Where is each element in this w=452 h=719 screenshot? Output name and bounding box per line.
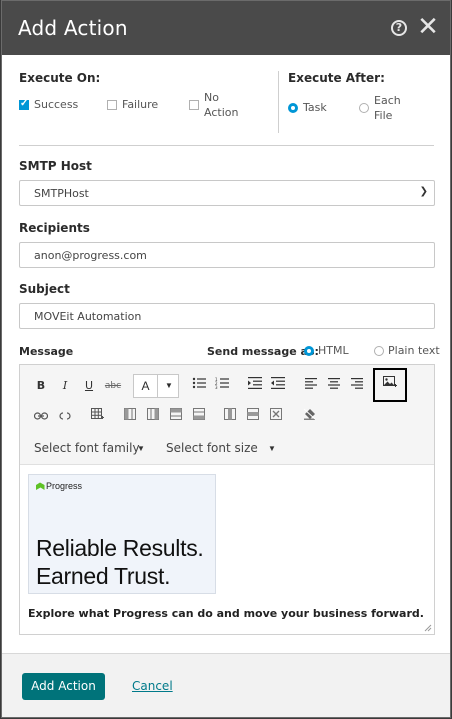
font-family-select[interactable]: Select font family: [34, 441, 140, 455]
caret-down-icon: ▼: [165, 381, 173, 390]
chevron-down-icon: ❯: [419, 186, 428, 197]
smtp-host-value: SMTPHost: [34, 187, 89, 200]
help-icon[interactable]: ?: [391, 20, 407, 36]
add-column-left-icon[interactable]: [121, 408, 139, 426]
add-action-dialog: Add Action ? ✕ Execute On: Success Failu…: [1, 0, 451, 718]
dialog-footer: Add Action Cancel: [2, 653, 450, 717]
add-action-button[interactable]: Add Action: [22, 673, 105, 700]
strikethrough-icon[interactable]: abc: [104, 377, 122, 395]
task-radio[interactable]: [288, 103, 298, 113]
success-checkbox[interactable]: [19, 98, 29, 110]
recipients-value: anon@progress.com: [34, 249, 147, 262]
plain-text-format-radio[interactable]: [374, 346, 384, 356]
underline-icon[interactable]: U: [80, 377, 98, 395]
bold-icon[interactable]: B: [32, 377, 50, 395]
subject-label: Subject: [19, 282, 70, 296]
subject-input[interactable]: MOVEit Automation: [19, 303, 435, 329]
clear-formatting-icon[interactable]: [300, 408, 318, 426]
insert-image-icon: [381, 376, 399, 394]
unlink-icon[interactable]: [56, 408, 74, 426]
add-row-below-icon[interactable]: [190, 408, 208, 426]
indent-icon[interactable]: [246, 377, 264, 395]
plain-text-format-label: Plain text: [388, 344, 440, 357]
each-file-label-line2: File: [374, 109, 393, 122]
caret-down-icon: ▼: [137, 444, 145, 453]
align-right-icon[interactable]: [348, 377, 366, 395]
editor-toolbar: B I U abc A ▼ 123 Select font family ▼ S…: [20, 365, 434, 465]
dialog-titlebar: Add Action ? ✕: [2, 1, 450, 55]
font-color-icon: A: [134, 375, 158, 397]
message-body-text: Explore what Progress can do and move yo…: [28, 607, 424, 620]
section-divider-vertical: [278, 71, 279, 133]
failure-label: Failure: [122, 98, 159, 111]
dialog-title: Add Action: [18, 16, 128, 40]
section-divider-horizontal: [19, 145, 434, 146]
no-action-label-line2: Action: [204, 106, 239, 119]
numbered-list-icon[interactable]: 123: [213, 377, 231, 395]
each-file-radio[interactable]: [359, 103, 369, 113]
html-format-label: HTML: [318, 344, 349, 357]
svg-text:3: 3: [215, 385, 218, 389]
banner-headline-line1: Reliable Results.: [36, 535, 204, 561]
failure-checkbox[interactable]: [107, 100, 117, 110]
task-label: Task: [303, 101, 327, 114]
banner-headline-line2: Earned Trust.: [36, 563, 171, 589]
outdent-icon[interactable]: [269, 377, 287, 395]
italic-icon[interactable]: I: [56, 377, 74, 395]
execute-on-label: Execute On:: [19, 71, 101, 85]
no-action-label-line1: No: [204, 91, 219, 104]
insert-image-button[interactable]: [373, 368, 407, 402]
delete-column-icon[interactable]: [221, 408, 239, 426]
no-action-checkbox[interactable]: [189, 100, 199, 110]
font-size-select[interactable]: Select font size: [166, 441, 258, 455]
close-icon[interactable]: ✕: [416, 13, 440, 41]
each-file-label-line1: Each: [374, 94, 401, 107]
align-left-icon[interactable]: [302, 377, 320, 395]
html-format-radio[interactable]: [304, 346, 314, 356]
success-label: Success: [34, 98, 79, 111]
resize-handle-icon[interactable]: [424, 624, 432, 632]
cancel-link[interactable]: Cancel: [132, 679, 173, 693]
recipients-label: Recipients: [19, 221, 90, 235]
embedded-banner-image: Progress Reliable Results. Earned Trust.: [28, 474, 216, 594]
bulleted-list-icon[interactable]: [190, 377, 208, 395]
subject-value: MOVEit Automation: [34, 310, 142, 323]
message-editor: B I U abc A ▼ 123 Select font family ▼ S…: [19, 364, 435, 635]
execute-after-label: Execute After:: [288, 71, 385, 85]
progress-logo-icon: [36, 482, 45, 490]
align-center-icon[interactable]: [325, 377, 343, 395]
delete-table-icon[interactable]: [267, 408, 285, 426]
font-color-picker[interactable]: A ▼: [133, 374, 179, 398]
insert-link-icon[interactable]: [32, 408, 50, 426]
smtp-host-label: SMTP Host: [19, 159, 92, 173]
add-column-right-icon[interactable]: [144, 408, 162, 426]
message-label: Message: [19, 345, 74, 358]
smtp-host-select[interactable]: SMTPHost ❯: [19, 180, 435, 206]
add-row-above-icon[interactable]: [167, 408, 185, 426]
banner-logo-text: Progress: [46, 481, 83, 491]
recipients-input[interactable]: anon@progress.com: [19, 242, 435, 268]
send-as-label: Send message as:: [207, 345, 319, 358]
caret-down-icon: ▼: [268, 444, 276, 453]
insert-table-icon[interactable]: [88, 408, 106, 426]
delete-row-icon[interactable]: [244, 408, 262, 426]
